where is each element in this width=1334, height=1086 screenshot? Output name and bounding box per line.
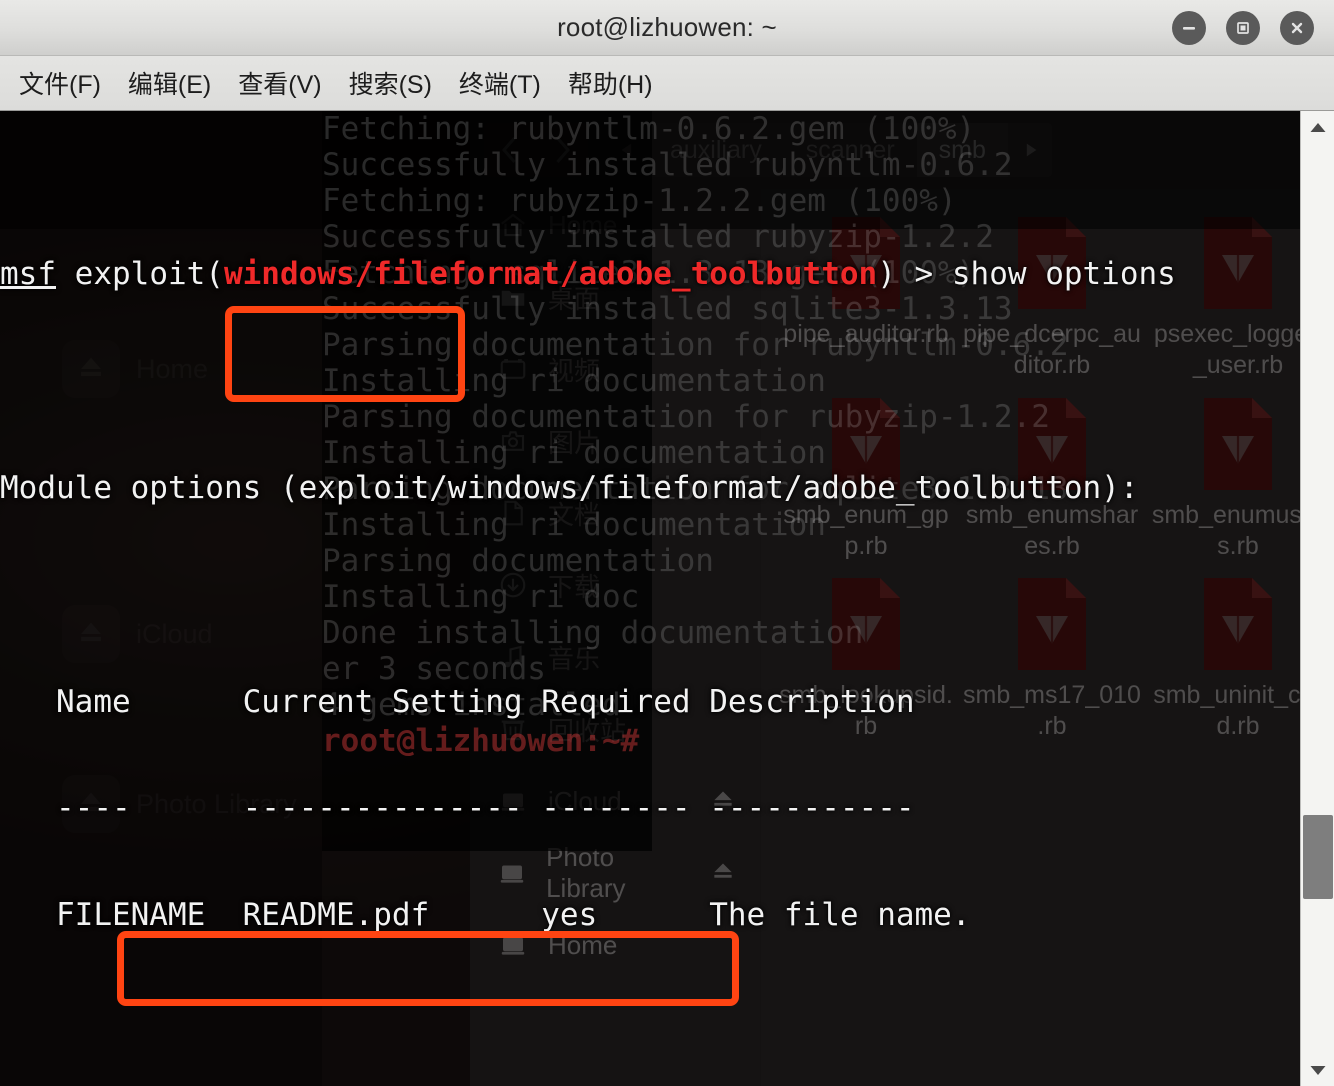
terminal-scrollbar[interactable] (1300, 111, 1334, 1086)
minimize-button[interactable] (1172, 11, 1206, 45)
terminal-scroll-track[interactable] (1301, 143, 1334, 1054)
menu-terminal[interactable]: 终端(T) (448, 61, 552, 105)
window-title: root@lizhuowen: ~ (557, 12, 777, 42)
menu-file[interactable]: 文件(F) (8, 61, 112, 105)
terminal-scroll-down-icon[interactable] (1301, 1054, 1334, 1086)
menu-view[interactable]: 查看(V) (227, 61, 332, 105)
terminal-module-columns: Name Current Setting Required Descriptio… (0, 683, 915, 720)
terminal-scroll-up-icon[interactable] (1301, 111, 1334, 143)
terminal-module-rules: ---- --------------- -------- ----------… (0, 790, 915, 827)
menu-edit[interactable]: 编辑(E) (117, 61, 222, 105)
terminal-scroll-thumb[interactable] (1302, 815, 1333, 899)
terminal-output: msf exploit(windows/fileformat/adobe_too… (0, 111, 1300, 1086)
close-button[interactable] (1280, 11, 1314, 45)
maximize-button[interactable] (1226, 11, 1260, 45)
terminal-prompt-line-top: msf exploit(windows/fileformat/adobe_too… (0, 256, 1176, 293)
window-controls (1172, 11, 1314, 45)
menu-search[interactable]: 搜索(S) (338, 61, 443, 105)
window-titlebar[interactable]: root@lizhuowen: ~ (0, 0, 1334, 56)
terminal-viewport[interactable]: Fetching: rubyntlm-0.6.2.gem (100%)Succe… (0, 111, 1300, 1086)
menubar: 文件(F) 编辑(E) 查看(V) 搜索(S) 终端(T) 帮助(H) (0, 56, 1334, 111)
terminal-module-row: FILENAME README.pdf yes The file name. (0, 897, 971, 934)
menu-help[interactable]: 帮助(H) (557, 61, 664, 105)
screen: Home iCloud Photo Library (0, 0, 1334, 1086)
terminal-module-options-header: Module options (exploit/windows/fileform… (0, 469, 1139, 506)
